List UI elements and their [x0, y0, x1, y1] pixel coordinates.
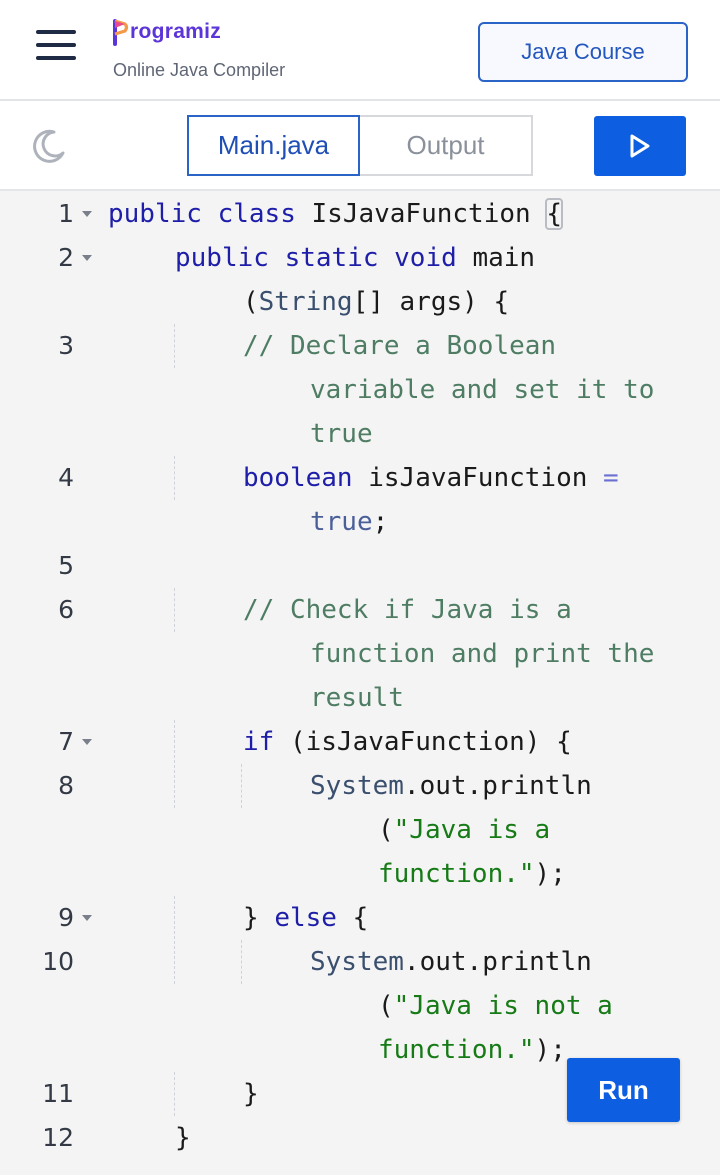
- code-line-wrap: ("Java is a: [378, 815, 551, 845]
- line-number: 9: [58, 903, 74, 932]
- fold-arrow-icon[interactable]: [80, 720, 94, 764]
- line-number: 3: [58, 331, 74, 360]
- app-header: rogramiz Online Java Compiler Java Cours…: [0, 0, 720, 101]
- code-line: }: [175, 1123, 191, 1153]
- code-line: public static void main: [175, 243, 536, 273]
- code-line: }: [243, 1079, 259, 1109]
- fold-arrow-icon[interactable]: [80, 192, 94, 236]
- code-editor[interactable]: 1 2 3 4 5 6 7 8 9 10 11 12 public class …: [0, 191, 720, 1175]
- code-comment: result: [310, 683, 404, 713]
- line-number: 12: [42, 1123, 74, 1152]
- code-comment: true: [310, 419, 373, 449]
- code-line: boolean isJavaFunction =: [243, 463, 619, 493]
- code-line-wrap: function.");: [378, 859, 566, 889]
- line-number: 6: [58, 595, 74, 624]
- line-number: 1: [58, 199, 74, 228]
- code-line-wrap: true;: [310, 507, 389, 537]
- page-subtitle: Online Java Compiler: [113, 60, 286, 80]
- logo-text: rogramiz: [130, 20, 222, 43]
- code-line-wrap: function.");: [378, 1035, 566, 1065]
- code-comment: variable and set it to: [310, 375, 655, 405]
- code-comment: // Declare a Boolean: [243, 331, 557, 361]
- run-button[interactable]: Run: [567, 1058, 680, 1122]
- code-line: System.out.println: [310, 947, 592, 977]
- code-line: } else {: [243, 903, 369, 933]
- fold-arrow-icon[interactable]: [80, 896, 94, 940]
- line-number: 11: [42, 1079, 74, 1108]
- java-course-button[interactable]: Java Course: [478, 22, 688, 82]
- code-comment: function and print the: [310, 639, 655, 669]
- code-area[interactable]: public class IsJavaFunction { public sta…: [108, 191, 720, 1175]
- programiz-logo[interactable]: rogramiz: [113, 15, 221, 49]
- run-code-button[interactable]: [594, 116, 686, 176]
- line-number: 10: [42, 947, 74, 976]
- play-icon: [630, 134, 650, 158]
- line-number-gutter: 1 2 3 4 5 6 7 8 9 10 11 12: [0, 191, 100, 1175]
- code-line: System.out.println: [310, 771, 592, 801]
- moon-icon[interactable]: [30, 127, 68, 165]
- code-line: if (isJavaFunction) {: [243, 727, 572, 757]
- code-line-wrap: ("Java is not a: [378, 991, 613, 1021]
- line-number: 8: [58, 771, 74, 800]
- line-number: 7: [58, 727, 74, 756]
- line-number: 5: [58, 551, 74, 580]
- line-number: 2: [58, 243, 74, 272]
- line-number: 4: [58, 463, 74, 492]
- code-line-wrap: (String[] args) {: [243, 287, 510, 317]
- code-line: public class IsJavaFunction {: [108, 198, 563, 230]
- fold-arrow-icon[interactable]: [80, 236, 94, 280]
- tab-main-java[interactable]: Main.java: [187, 115, 360, 176]
- menu-icon[interactable]: [36, 30, 76, 60]
- tab-output[interactable]: Output: [358, 115, 533, 176]
- code-comment: // Check if Java is a: [243, 595, 572, 625]
- programiz-logo-mark: [113, 19, 129, 46]
- editor-toolbar: Main.java Output: [0, 101, 720, 191]
